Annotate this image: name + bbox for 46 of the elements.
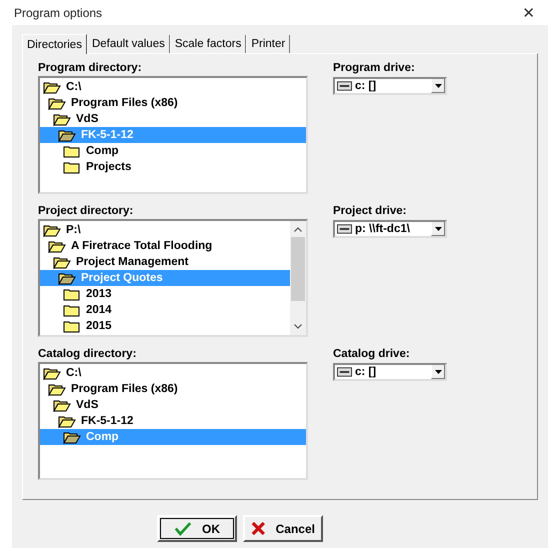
directory-item[interactable]: Projects bbox=[83, 161, 134, 173]
tab[interactable]: Scale factors bbox=[170, 35, 246, 53]
window-title: Program options bbox=[14, 6, 102, 20]
directory-item[interactable]: Comp bbox=[83, 145, 122, 157]
directory-item[interactable]: A Firetrace Total Flooding bbox=[68, 240, 216, 252]
directory-item[interactable]: C:\ bbox=[63, 367, 84, 379]
directory-item[interactable]: 2013 bbox=[83, 288, 115, 300]
cancel-button[interactable]: Cancel bbox=[243, 515, 323, 542]
directory-item[interactable]: 2014 bbox=[83, 304, 115, 316]
tab[interactable]: Default values bbox=[86, 35, 170, 53]
scroll-up-icon bbox=[294, 227, 302, 232]
section-label: Project directory: bbox=[38, 205, 134, 217]
directory-item[interactable]: Program Files (x86) bbox=[68, 383, 181, 395]
scrollbar[interactable] bbox=[290, 221, 306, 335]
section-label: Catalog directory: bbox=[38, 348, 138, 360]
directory-list[interactable]: C:\ Program Files (x86) VdS FK-5-1-12 Comp bbox=[38, 362, 308, 480]
drive-icon bbox=[337, 367, 352, 377]
directory-item[interactable]: FK-5-1-12 bbox=[78, 415, 136, 427]
drive-label: Project drive: bbox=[333, 205, 408, 217]
tab[interactable]: Directories bbox=[22, 34, 87, 54]
drive-dropdown[interactable]: c: [] bbox=[333, 363, 447, 381]
directory-item[interactable]: VdS bbox=[73, 113, 102, 125]
section-label: Program directory: bbox=[38, 62, 143, 74]
drive-icon bbox=[337, 224, 352, 234]
directory-item[interactable]: C:\ bbox=[63, 81, 84, 93]
caret-icon bbox=[434, 370, 442, 374]
drive-label: Program drive: bbox=[333, 62, 416, 74]
drive-dropdown[interactable]: p: \\ft-dc1\ bbox=[333, 220, 447, 238]
drive-label: Catalog drive: bbox=[333, 348, 411, 360]
directory-list[interactable]: C:\ Program Files (x86) VdS FK-5-1-12 Comp Projects bbox=[38, 76, 308, 194]
caret-icon bbox=[434, 84, 442, 88]
tab[interactable]: Printer bbox=[246, 35, 290, 53]
directory-item[interactable]: Project Management bbox=[73, 256, 192, 268]
caret-icon bbox=[434, 226, 442, 230]
directory-item[interactable]: Program Files (x86) bbox=[68, 97, 181, 109]
close-button[interactable]: ✕ bbox=[518, 4, 539, 22]
check-icon bbox=[174, 521, 192, 536]
directory-item[interactable]: VdS bbox=[73, 399, 102, 411]
directory-item[interactable]: 2015 bbox=[83, 320, 115, 332]
ok-button[interactable]: OK bbox=[157, 515, 237, 542]
drive-icon bbox=[337, 81, 352, 91]
scroll-down-icon bbox=[294, 324, 302, 329]
directory-list[interactable]: P:\ A Firetrace Total Flooding Project Management Project Quotes 2013 2014 2015 bbox=[38, 219, 308, 337]
directory-item[interactable]: P:\ bbox=[63, 224, 84, 236]
drive-dropdown[interactable]: c: [] bbox=[333, 77, 447, 95]
close-icon bbox=[251, 521, 266, 536]
